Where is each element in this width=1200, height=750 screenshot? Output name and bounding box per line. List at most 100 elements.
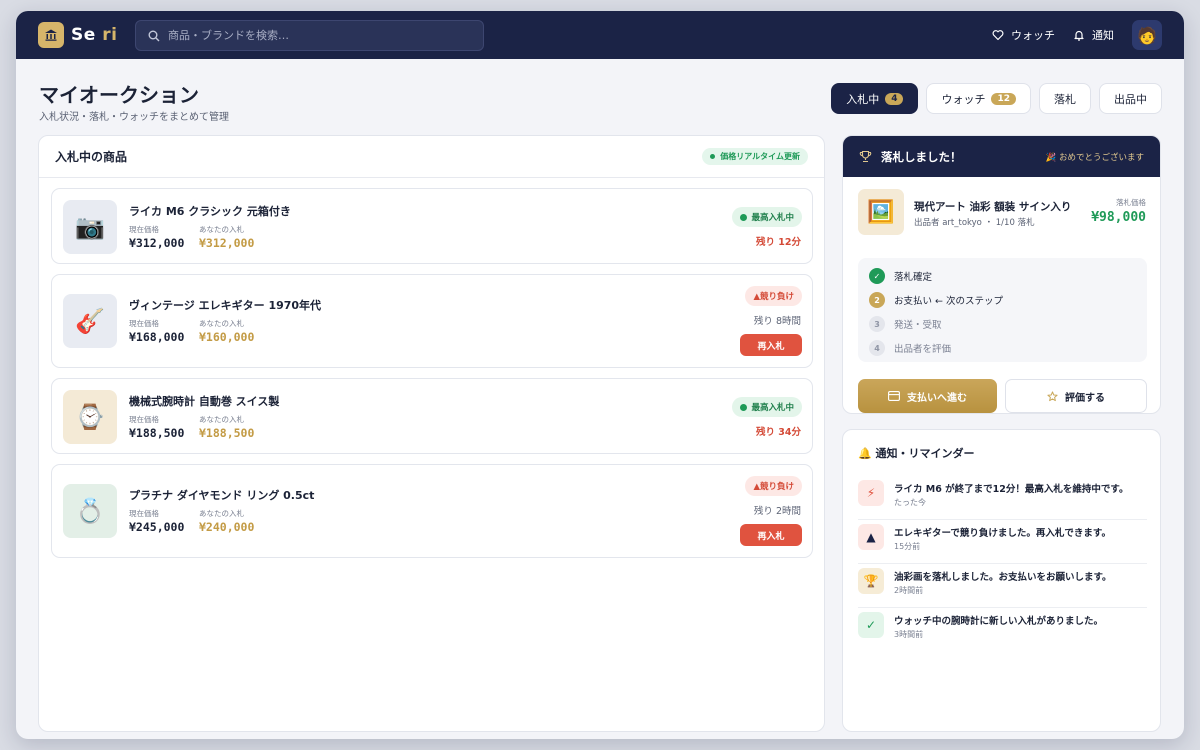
notify-link[interactable]: 通知	[1073, 27, 1114, 43]
notification-message: エレキギターで競り負けました。再入札できます。	[894, 528, 1111, 539]
watch-label: ウォッチ	[1011, 29, 1055, 42]
time-remaining: 残り 2時間	[753, 506, 801, 517]
tab-watch[interactable]: ウォッチ 12	[926, 83, 1031, 114]
tab-label: 落札	[1054, 92, 1076, 106]
bid-item[interactable]: 🎸 ヴィンテージ エレキギター 1970年代 現在価格 あなたの入札 ¥168,…	[51, 274, 813, 368]
current-price-label: 現在価格	[129, 319, 159, 328]
rebid-button[interactable]: 再入札	[740, 524, 802, 546]
step-payment: 2 お支払い ← 次のステップ	[869, 292, 1003, 308]
step-confirmed: ✓ 落札確定	[869, 268, 932, 284]
item-name: 機械式腕時計 自動巻 スイス製	[129, 395, 280, 408]
status-dot-icon	[740, 403, 748, 411]
pay-button[interactable]: 支払いへ進む	[858, 379, 997, 413]
brand-name: Se ri	[71, 25, 118, 45]
step-number: 2	[869, 292, 885, 308]
my-bid: ¥240,000	[199, 520, 255, 534]
trophy-icon: 🏆	[858, 568, 884, 594]
notification-time: 15分前	[894, 542, 921, 551]
congrats-text: 🎉 おめでとうございます	[1045, 152, 1144, 163]
item-name: プラチナ ダイヤモンド リング 0.5ct	[129, 489, 315, 502]
star-icon	[1047, 390, 1058, 401]
current-price: ¥168,000	[129, 330, 185, 344]
notification-item[interactable]: ✓ ウォッチ中の腕時計に新しい入札がありました。 3時間前	[858, 608, 1147, 652]
notify-label: 通知	[1092, 29, 1114, 42]
search-bar[interactable]	[135, 20, 484, 51]
search-icon	[148, 30, 160, 41]
lightning-icon: ⚡	[858, 480, 884, 506]
tab-won[interactable]: 落札	[1039, 83, 1091, 114]
tab-listing[interactable]: 出品中	[1099, 83, 1162, 114]
tab-bidding[interactable]: 入札中 4	[831, 83, 919, 114]
won-item-name: 現代アート 油彩 額装 サイン入り	[914, 201, 1072, 213]
rebid-button[interactable]: 再入札	[740, 334, 802, 356]
notification-message: 油彩画を落札しました。お支払いをお願いします。	[894, 572, 1112, 583]
check-icon: ✓	[858, 612, 884, 638]
step-review: 4 出品者を評価	[869, 340, 951, 356]
my-bid: ¥160,000	[199, 330, 255, 344]
tab-label: 出品中	[1114, 92, 1147, 106]
step-shipping: 3 発送・受取	[869, 316, 942, 332]
bids-panel-header: 入札中の商品 価格リアルタイム更新	[39, 136, 824, 178]
won-header: 落札しました！ 🎉 おめでとうございます	[843, 136, 1160, 177]
current-price-label: 現在価格	[129, 415, 159, 424]
current-price: ¥188,500	[129, 426, 185, 440]
card-icon	[888, 391, 900, 401]
my-bid: ¥312,000	[199, 236, 255, 250]
search-input[interactable]	[168, 29, 468, 42]
won-seller: 出品者 art_tokyo ・ 1/10 落札	[914, 218, 1035, 228]
tab-count-badge: 12	[991, 92, 1016, 105]
time-remaining: 残り 34分	[755, 427, 801, 438]
bid-item[interactable]: ⌚ 機械式腕時計 自動巻 スイス製 現在価格 あなたの入札 ¥188,500 ¥…	[51, 378, 813, 454]
notification-item[interactable]: ⚡ ライカ M6 が終了まで12分！最高入札を維持中です。 たった今	[858, 476, 1147, 520]
watch-icon: ⌚	[63, 390, 117, 444]
my-bid-label: あなたの入札	[199, 319, 244, 328]
triangle-icon: ▲	[858, 524, 884, 550]
bank-icon	[38, 22, 64, 48]
my-bid-label: あなたの入札	[199, 415, 244, 424]
won-panel: 落札しました！ 🎉 おめでとうございます 🖼️ 現代アート 油彩 額装 サイン入…	[842, 135, 1161, 414]
brand-logo[interactable]: Se ri	[38, 22, 117, 48]
status-badge: 最高入札中	[732, 397, 802, 417]
notification-item[interactable]: 🏆 油彩画を落札しました。お支払いをお願いします。 2時間前	[858, 564, 1147, 608]
notification-item[interactable]: ▲ エレキギターで競り負けました。再入札できます。 15分前	[858, 520, 1147, 564]
bell-icon	[1074, 30, 1084, 41]
current-price-label: 現在価格	[129, 225, 159, 234]
bid-item[interactable]: 💍 プラチナ ダイヤモンド リング 0.5ct 現在価格 あなたの入札 ¥245…	[51, 464, 813, 558]
current-price: ¥312,000	[129, 236, 185, 250]
rate-button[interactable]: 評価する	[1005, 379, 1147, 413]
ring-icon: 💍	[63, 484, 117, 538]
notification-time: たった今	[894, 498, 926, 507]
time-remaining: 残り 8時間	[753, 316, 801, 327]
item-name: ヴィンテージ エレキギター 1970年代	[129, 299, 322, 312]
top-bar: Se ri ウォッチ 通知 🧑	[16, 11, 1184, 59]
tab-label: 入札中	[846, 92, 880, 106]
current-price-label: 現在価格	[129, 509, 159, 518]
check-icon: ✓	[869, 268, 885, 284]
page-title: マイオークション	[39, 83, 199, 107]
watch-link[interactable]: ウォッチ	[992, 27, 1055, 43]
notifications-panel: 🔔 通知・リマインダー ⚡ ライカ M6 が終了まで12分！最高入札を維持中です…	[842, 429, 1161, 732]
notification-message: ライカ M6 が終了まで12分！最高入札を維持中です。	[894, 484, 1129, 495]
bid-item[interactable]: 📷 ライカ M6 クラシック 元箱付き 現在価格 あなたの入札 ¥312,000…	[51, 188, 813, 264]
time-remaining: 残り 12分	[755, 237, 801, 248]
notification-message: ウォッチ中の腕時計に新しい入札がありました。	[894, 616, 1104, 627]
won-price: ¥98,000	[1091, 210, 1146, 225]
guitar-icon: 🎸	[63, 294, 117, 348]
top-right-nav: ウォッチ 通知 🧑	[974, 11, 1162, 59]
painting-icon: 🖼️	[858, 189, 904, 235]
step-number: 4	[869, 340, 885, 356]
app-window: Se ri ウォッチ 通知 🧑 マイオークション 入札状況・落札・ウォッチをまと…	[16, 11, 1184, 739]
progress-steps: ✓ 落札確定 2 お支払い ← 次のステップ 3 発送・受取 4 出品者を評価	[858, 258, 1147, 362]
avatar[interactable]: 🧑	[1132, 20, 1162, 50]
my-bid: ¥188,500	[199, 426, 255, 440]
tab-bar: 入札中 4 ウォッチ 12 落札 出品中	[823, 83, 1162, 114]
current-price: ¥245,000	[129, 520, 185, 534]
bids-panel-title: 入札中の商品	[55, 150, 128, 164]
tab-label: ウォッチ	[941, 92, 986, 106]
notifications-title: 🔔 通知・リマインダー	[858, 447, 975, 460]
heart-icon	[992, 30, 1004, 41]
item-name: ライカ M6 クラシック 元箱付き	[129, 205, 291, 218]
my-bid-label: あなたの入札	[199, 509, 244, 518]
page-subtitle: 入札状況・落札・ウォッチをまとめて管理	[39, 112, 229, 123]
bids-panel: 入札中の商品 価格リアルタイム更新 📷 ライカ M6 クラシック 元箱付き 現在…	[38, 135, 825, 732]
